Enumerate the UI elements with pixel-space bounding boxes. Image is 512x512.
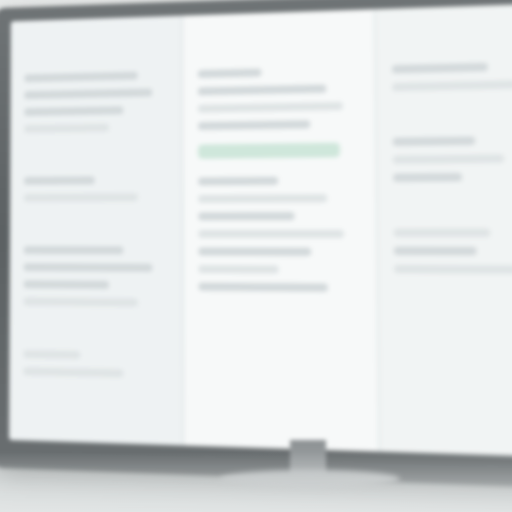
middle-row <box>198 211 295 221</box>
left-row <box>23 367 124 378</box>
left-row <box>23 297 138 307</box>
left-row <box>23 349 81 360</box>
left-panel-heading <box>25 38 167 56</box>
left-row <box>24 123 109 133</box>
panel-middle <box>183 9 381 452</box>
right-row <box>393 172 462 182</box>
left-row <box>24 106 124 117</box>
middle-row <box>197 84 327 96</box>
left-row <box>24 71 138 83</box>
monitor-screen <box>9 3 512 458</box>
middle-row <box>198 229 344 239</box>
desk-surface <box>0 452 512 512</box>
right-panel-heading <box>392 27 512 46</box>
right-row <box>392 62 489 74</box>
left-row <box>23 193 138 202</box>
panel-left <box>9 15 185 446</box>
middle-row <box>197 101 343 113</box>
right-row <box>394 264 512 274</box>
left-row <box>24 88 153 100</box>
middle-row <box>198 282 328 292</box>
right-row <box>393 228 491 238</box>
selected-row-highlight[interactable] <box>198 142 340 159</box>
left-row <box>23 263 153 272</box>
left-row <box>23 280 109 290</box>
right-row <box>392 80 512 92</box>
left-row <box>23 246 124 255</box>
right-row <box>393 246 477 256</box>
right-row <box>392 154 504 164</box>
middle-row <box>198 247 312 256</box>
middle-row <box>198 120 311 131</box>
middle-panel-heading <box>198 33 359 52</box>
middle-row <box>198 194 328 204</box>
middle-row <box>198 176 279 186</box>
scene <box>0 0 512 512</box>
middle-row <box>197 68 262 79</box>
left-row <box>24 176 95 185</box>
monitor <box>0 0 512 489</box>
panel-right <box>375 3 512 458</box>
middle-row <box>198 264 279 274</box>
right-row <box>392 136 476 147</box>
